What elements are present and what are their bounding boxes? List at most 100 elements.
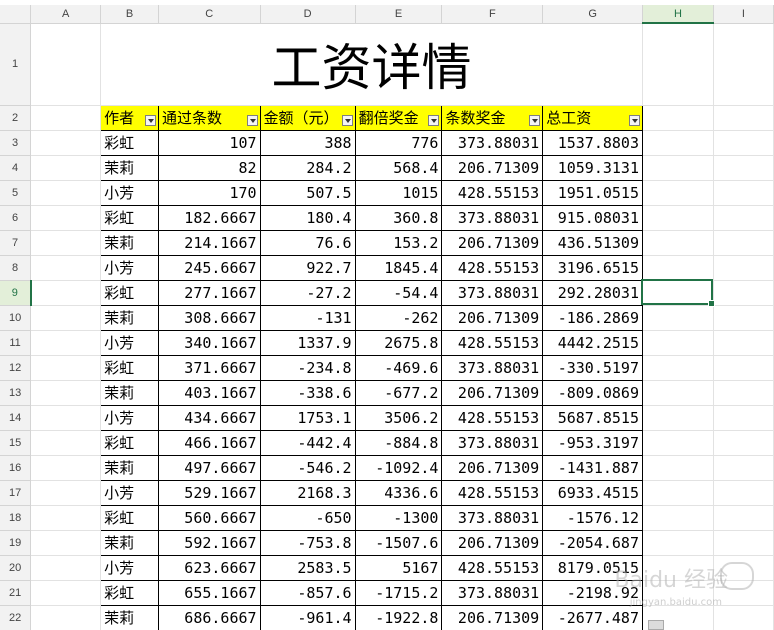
value-cell[interactable]: 686.6667 bbox=[157, 604, 261, 630]
value-cell[interactable]: -338.6 bbox=[259, 379, 356, 406]
cell-h10[interactable] bbox=[642, 305, 714, 331]
value-cell[interactable]: -442.4 bbox=[259, 429, 356, 456]
value-cell[interactable]: 206.71309 bbox=[441, 604, 544, 630]
value-cell[interactable]: 360.8 bbox=[354, 204, 443, 231]
cell-h9[interactable] bbox=[642, 280, 714, 306]
value-cell[interactable]: 340.1667 bbox=[157, 329, 261, 356]
value-cell[interactable]: 1015 bbox=[354, 179, 443, 206]
value-cell[interactable]: 434.6667 bbox=[157, 404, 261, 431]
cell-i18[interactable] bbox=[713, 505, 774, 531]
cell-i6[interactable] bbox=[713, 205, 774, 231]
value-cell[interactable]: 428.55153 bbox=[441, 254, 544, 281]
cell-a11[interactable] bbox=[30, 330, 102, 356]
column-header-i[interactable]: I bbox=[713, 5, 774, 24]
value-cell[interactable]: 568.4 bbox=[354, 154, 443, 181]
value-cell[interactable]: 428.55153 bbox=[441, 554, 544, 581]
row-header-11[interactable]: 11 bbox=[0, 330, 32, 356]
cell-a10[interactable] bbox=[30, 305, 102, 331]
value-cell[interactable]: 436.51309 bbox=[542, 229, 643, 256]
value-cell[interactable]: 373.88031 bbox=[441, 354, 544, 381]
value-cell[interactable]: -677.2 bbox=[354, 379, 443, 406]
author-cell[interactable]: 小芳 bbox=[100, 254, 159, 281]
cell-h14[interactable] bbox=[642, 405, 714, 431]
value-cell[interactable]: 623.6667 bbox=[157, 554, 261, 581]
cell-h13[interactable] bbox=[642, 380, 714, 406]
author-cell[interactable]: 彩虹 bbox=[100, 279, 159, 306]
author-cell[interactable]: 彩虹 bbox=[100, 204, 159, 231]
value-cell[interactable]: -2677.487 bbox=[542, 604, 643, 630]
value-cell[interactable]: 373.88031 bbox=[441, 279, 544, 306]
cell-h12[interactable] bbox=[642, 355, 714, 381]
author-cell[interactable]: 彩虹 bbox=[100, 354, 159, 381]
column-header-a[interactable]: A bbox=[30, 5, 102, 24]
value-cell[interactable]: 153.2 bbox=[354, 229, 443, 256]
value-cell[interactable]: -469.6 bbox=[354, 354, 443, 381]
value-cell[interactable]: 206.71309 bbox=[441, 454, 544, 481]
row-header-8[interactable]: 8 bbox=[0, 255, 32, 281]
value-cell[interactable]: 1951.0515 bbox=[542, 179, 643, 206]
value-cell[interactable]: 214.1667 bbox=[157, 229, 261, 256]
author-cell[interactable]: 彩虹 bbox=[100, 129, 159, 156]
cell-i22[interactable] bbox=[713, 605, 774, 630]
value-cell[interactable]: 206.71309 bbox=[441, 529, 544, 556]
value-cell[interactable]: -884.8 bbox=[354, 429, 443, 456]
cell-i7[interactable] bbox=[713, 230, 774, 256]
value-cell[interactable]: 182.6667 bbox=[157, 204, 261, 231]
value-cell[interactable]: 76.6 bbox=[259, 229, 356, 256]
value-cell[interactable]: 2583.5 bbox=[259, 554, 356, 581]
value-cell[interactable]: 82 bbox=[157, 154, 261, 181]
row-header-16[interactable]: 16 bbox=[0, 455, 32, 481]
value-cell[interactable]: 915.08031 bbox=[542, 204, 643, 231]
value-cell[interactable]: 373.88031 bbox=[441, 429, 544, 456]
sheet-title[interactable]: 工资详情 bbox=[100, 23, 643, 106]
cell-a16[interactable] bbox=[30, 455, 102, 481]
cell-a21[interactable] bbox=[30, 580, 102, 606]
column-header-b[interactable]: B bbox=[100, 5, 159, 24]
value-cell[interactable]: 466.1667 bbox=[157, 429, 261, 456]
cell-a20[interactable] bbox=[30, 555, 102, 581]
value-cell[interactable]: -857.6 bbox=[259, 579, 356, 606]
filter-dropdown-icon[interactable] bbox=[529, 114, 541, 126]
author-cell[interactable]: 茉莉 bbox=[100, 154, 159, 181]
author-cell[interactable]: 茉莉 bbox=[100, 604, 159, 630]
author-cell[interactable]: 彩虹 bbox=[100, 504, 159, 531]
cell-h1[interactable] bbox=[642, 23, 714, 106]
cell-i9[interactable] bbox=[713, 280, 774, 306]
row-header-7[interactable]: 7 bbox=[0, 230, 32, 256]
row-header-5[interactable]: 5 bbox=[0, 180, 32, 206]
table-header-cell[interactable]: 翻倍奖金 bbox=[354, 104, 443, 131]
cell-a13[interactable] bbox=[30, 380, 102, 406]
cell-i1[interactable] bbox=[713, 23, 774, 106]
filter-dropdown-icon[interactable] bbox=[144, 114, 156, 126]
table-header-cell[interactable]: 通过条数 bbox=[157, 104, 261, 131]
cell-a15[interactable] bbox=[30, 430, 102, 456]
value-cell[interactable]: 206.71309 bbox=[441, 379, 544, 406]
row-header-10[interactable]: 10 bbox=[0, 305, 32, 331]
value-cell[interactable]: 428.55153 bbox=[441, 479, 544, 506]
value-cell[interactable]: -961.4 bbox=[259, 604, 356, 630]
row-header-22[interactable]: 22 bbox=[0, 605, 32, 630]
value-cell[interactable]: -1922.8 bbox=[354, 604, 443, 630]
value-cell[interactable]: 497.6667 bbox=[157, 454, 261, 481]
cell-a18[interactable] bbox=[30, 505, 102, 531]
cell-h5[interactable] bbox=[642, 180, 714, 206]
cell-h19[interactable] bbox=[642, 530, 714, 556]
value-cell[interactable]: 206.71309 bbox=[441, 154, 544, 181]
value-cell[interactable]: 245.6667 bbox=[157, 254, 261, 281]
filter-dropdown-icon[interactable] bbox=[246, 114, 258, 126]
value-cell[interactable]: 107 bbox=[157, 129, 261, 156]
cell-i8[interactable] bbox=[713, 255, 774, 281]
cell-a19[interactable] bbox=[30, 530, 102, 556]
row-header-15[interactable]: 15 bbox=[0, 430, 32, 456]
value-cell[interactable]: 2675.8 bbox=[354, 329, 443, 356]
cell-a22[interactable] bbox=[30, 605, 102, 630]
value-cell[interactable]: 655.1667 bbox=[157, 579, 261, 606]
table-header-cell[interactable]: 金额（元） bbox=[259, 104, 356, 131]
cell-h4[interactable] bbox=[642, 155, 714, 181]
value-cell[interactable]: 4336.6 bbox=[354, 479, 443, 506]
cell-a6[interactable] bbox=[30, 205, 102, 231]
value-cell[interactable]: 6933.4515 bbox=[542, 479, 643, 506]
cell-h15[interactable] bbox=[642, 430, 714, 456]
cell-h17[interactable] bbox=[642, 480, 714, 506]
author-cell[interactable]: 茉莉 bbox=[100, 304, 159, 331]
